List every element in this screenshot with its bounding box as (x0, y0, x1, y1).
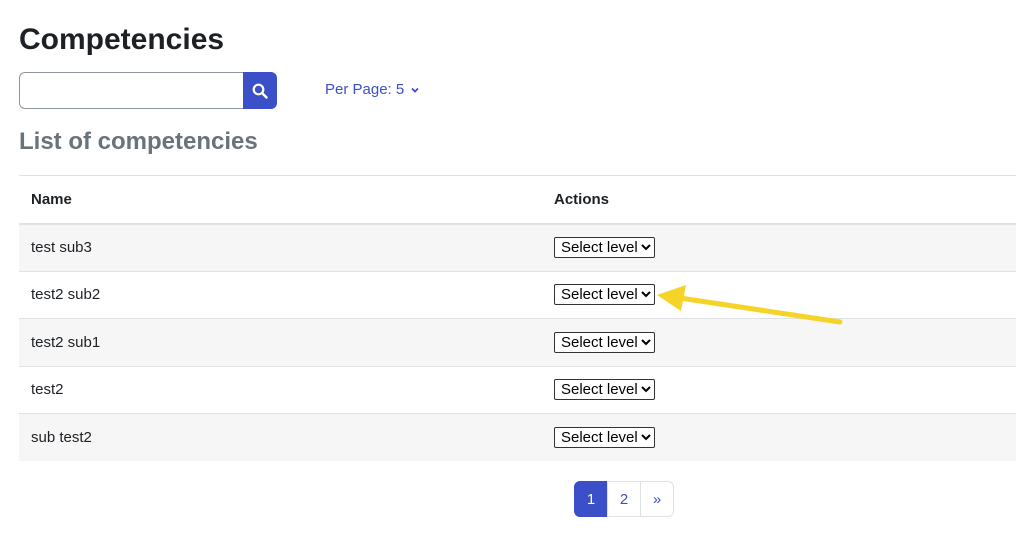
actions-cell: Select level (542, 223, 1016, 272)
table-row: test2 sub1 Select level (19, 318, 1016, 367)
search-icon (252, 83, 268, 99)
select-level-dropdown[interactable]: Select level (554, 331, 655, 353)
chevron-down-icon (411, 87, 419, 93)
column-header-actions: Actions (542, 175, 1016, 225)
search-input[interactable] (19, 72, 244, 109)
column-header-name: Name (19, 175, 542, 225)
table-row: test sub3 Select level (19, 223, 1016, 272)
competencies-table: Name Actions test sub3 Select level test… (19, 175, 1016, 461)
competency-name: sub test2 (19, 413, 542, 461)
section-title: List of competencies (19, 128, 258, 155)
page-title: Competencies (19, 23, 225, 56)
per-page-dropdown[interactable]: Per Page: 5 (325, 80, 420, 100)
select-level-dropdown[interactable]: Select level (554, 379, 655, 401)
next-page-link[interactable]: » (640, 481, 674, 517)
page-link-1[interactable]: 1 (574, 481, 608, 517)
page-link-2[interactable]: 2 (607, 481, 641, 517)
actions-cell: Select level (542, 366, 1016, 414)
select-level-dropdown[interactable]: Select level (554, 427, 655, 448)
competency-name: test2 sub1 (19, 318, 542, 367)
actions-cell: Select level (542, 318, 1016, 367)
competency-name: test sub3 (19, 223, 542, 272)
table-row: test2 Select level (19, 366, 1016, 414)
pagination: 1 2 » (574, 481, 674, 517)
select-level-dropdown[interactable]: Select level (554, 284, 655, 306)
actions-cell: Select level (542, 271, 1016, 319)
actions-cell: Select level (542, 413, 1016, 461)
per-page-label: Per Page: 5 (325, 81, 405, 98)
table-row: test2 sub2 Select level (19, 271, 1016, 319)
select-level-dropdown[interactable]: Select level (554, 237, 655, 258)
table-row: sub test2 Select level (19, 413, 1016, 461)
competency-name: test2 sub2 (19, 271, 542, 319)
search-button[interactable] (243, 72, 277, 109)
table-header-row: Name Actions (19, 175, 1016, 225)
competency-name: test2 (19, 366, 542, 414)
search-bar (19, 72, 277, 109)
